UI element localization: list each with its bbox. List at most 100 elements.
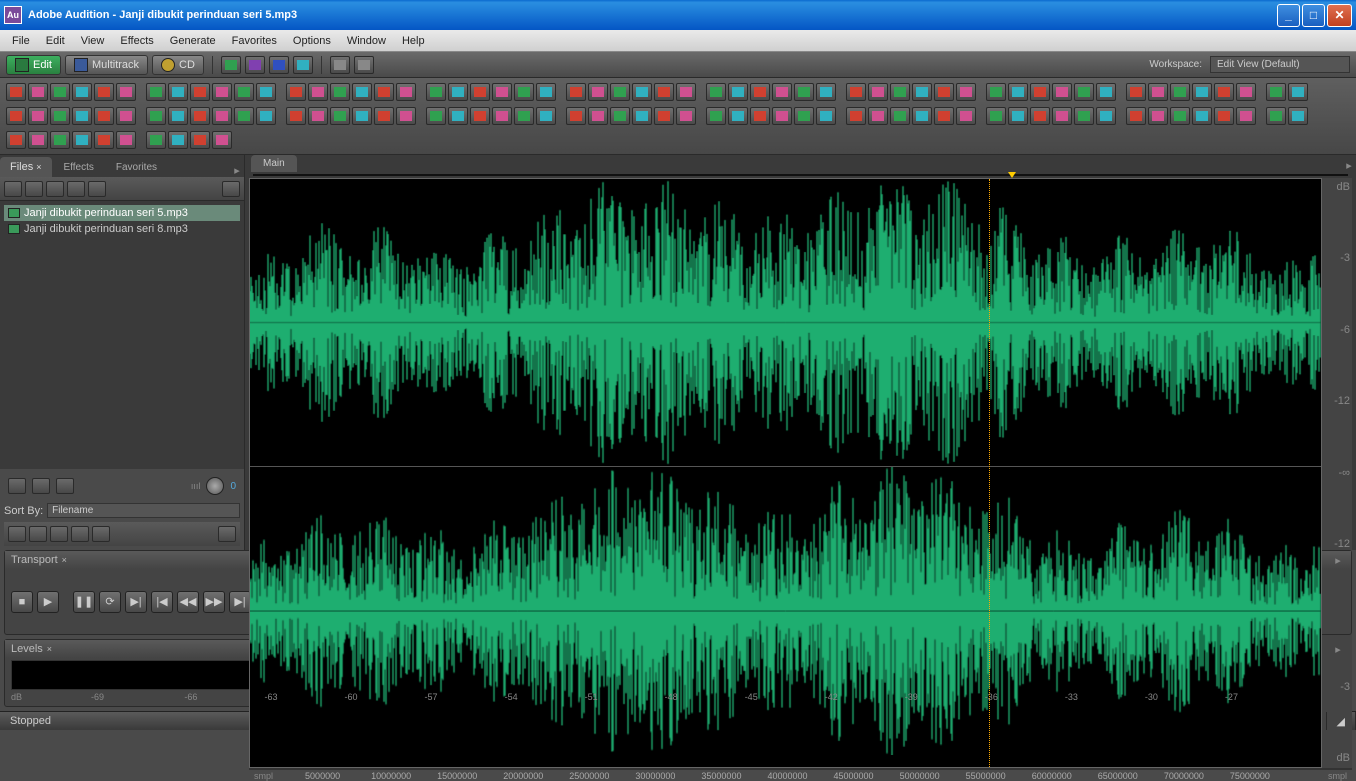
show-video-icon[interactable] [71, 526, 89, 542]
toolbar-icon[interactable] [1236, 107, 1256, 125]
tab-files[interactable]: Files× [0, 157, 52, 177]
toolbar-icon[interactable] [868, 107, 888, 125]
tool-time-select-icon[interactable] [330, 56, 350, 74]
import-file-icon[interactable] [4, 181, 22, 197]
toolbar-icon[interactable] [794, 107, 814, 125]
toolbar-icon[interactable] [1170, 107, 1190, 125]
toolbar-icon[interactable] [256, 83, 276, 101]
toolbar-icon[interactable] [772, 83, 792, 101]
toolbar-icon[interactable] [956, 107, 976, 125]
preview-volume-knob[interactable] [206, 477, 224, 495]
toolbar-icon[interactable] [470, 83, 490, 101]
menu-help[interactable]: Help [394, 32, 433, 50]
view-spectral-phase-icon[interactable] [293, 56, 313, 74]
toolbar-icon[interactable] [116, 131, 136, 149]
insert-cd-icon[interactable] [67, 181, 85, 197]
toolbar-icon[interactable] [1096, 107, 1116, 125]
toolbar-icon[interactable] [308, 83, 328, 101]
workspace-select[interactable]: Edit View (Default) [1210, 56, 1350, 73]
toolbar-icon[interactable] [1214, 107, 1234, 125]
toolbar-icon[interactable] [308, 107, 328, 125]
toolbar-icon[interactable] [492, 107, 512, 125]
toolbar-icon[interactable] [448, 83, 468, 101]
toolbar-icon[interactable] [396, 83, 416, 101]
toolbar-icon[interactable] [212, 107, 232, 125]
toolbar-icon[interactable] [1192, 83, 1212, 101]
view-spectral-freq-icon[interactable] [245, 56, 265, 74]
show-markers-icon[interactable] [29, 526, 47, 542]
toolbar-icon[interactable] [1008, 107, 1028, 125]
toolbar-icon[interactable] [728, 83, 748, 101]
toolbar-icon[interactable] [750, 83, 770, 101]
toolbar-icon[interactable] [934, 83, 954, 101]
toolbar-icon[interactable] [1192, 107, 1212, 125]
toolbar-icon[interactable] [1170, 83, 1190, 101]
toolbar-icon[interactable] [426, 107, 446, 125]
toolbar-icon[interactable] [28, 83, 48, 101]
tab-effects[interactable]: Effects [54, 158, 104, 177]
toolbar-icon[interactable] [28, 131, 48, 149]
toolbar-icon[interactable] [846, 107, 866, 125]
toolbar-icon[interactable] [706, 83, 726, 101]
toolbar-icon[interactable] [352, 83, 372, 101]
toolbar-icon[interactable] [330, 107, 350, 125]
toolbar-icon[interactable] [654, 107, 674, 125]
toolbar-icon[interactable] [610, 83, 630, 101]
toolbar-icon[interactable] [448, 107, 468, 125]
panel-menu-icon[interactable]: ▸ [230, 163, 244, 177]
toolbar-icon[interactable] [6, 107, 26, 125]
tab-favorites[interactable]: Favorites [106, 158, 167, 177]
toolbar-icon[interactable] [470, 107, 490, 125]
time-ruler[interactable]: smpl 50000001000000015000000200000002500… [249, 768, 1352, 770]
toolbar-icon[interactable] [190, 83, 210, 101]
toolbar-icon[interactable] [676, 107, 696, 125]
toolbar-icon[interactable] [1008, 83, 1028, 101]
panel-menu-icon[interactable]: ▸ [1331, 553, 1345, 567]
toolbar-icon[interactable] [396, 107, 416, 125]
toolbar-icon[interactable] [514, 107, 534, 125]
toolbar-icon[interactable] [1288, 83, 1308, 101]
menu-edit[interactable]: Edit [38, 32, 73, 50]
toolbar-icon[interactable] [256, 107, 276, 125]
toolbar-icon[interactable] [1096, 83, 1116, 101]
insert-multitrack-icon[interactable] [46, 181, 64, 197]
play-looped-button[interactable]: ⟳ [99, 591, 121, 613]
tab-main[interactable]: Main [251, 155, 297, 172]
loop-preview-icon[interactable] [32, 478, 50, 494]
show-audio-icon[interactable] [50, 526, 68, 542]
toolbar-icon[interactable] [330, 83, 350, 101]
waveform-display[interactable] [249, 178, 1322, 768]
toolbar-icon[interactable] [168, 83, 188, 101]
toolbar-icon[interactable] [846, 83, 866, 101]
toolbar-icon[interactable] [146, 107, 166, 125]
menu-generate[interactable]: Generate [162, 32, 224, 50]
toolbar-icon[interactable] [1126, 107, 1146, 125]
close-button[interactable]: ✕ [1327, 4, 1352, 27]
toolbar-icon[interactable] [632, 83, 652, 101]
toolbar-icon[interactable] [94, 131, 114, 149]
toolbar-icon[interactable] [632, 107, 652, 125]
toolbar-icon[interactable] [286, 107, 306, 125]
panel-menu-icon[interactable]: ▸ [1342, 158, 1356, 172]
autoplay-icon[interactable] [56, 478, 74, 494]
play-button[interactable]: ▶ [37, 591, 59, 613]
sort-select[interactable]: Filename [47, 503, 240, 518]
toolbar-icon[interactable] [50, 107, 70, 125]
play-preview-icon[interactable] [8, 478, 26, 494]
toolbar-icon[interactable] [234, 107, 254, 125]
toolbar-icon[interactable] [50, 83, 70, 101]
menu-favorites[interactable]: Favorites [224, 32, 285, 50]
toolbar-icon[interactable] [1266, 107, 1286, 125]
menu-window[interactable]: Window [339, 32, 394, 50]
toolbar-icon[interactable] [986, 83, 1006, 101]
toolbar-icon[interactable] [1288, 107, 1308, 125]
toolbar-icon[interactable] [146, 83, 166, 101]
toolbar-icon[interactable] [912, 107, 932, 125]
toolbar-icon[interactable] [1148, 107, 1168, 125]
toolbar-icon[interactable] [772, 107, 792, 125]
toolbar-icon[interactable] [1236, 83, 1256, 101]
play-to-end-button[interactable]: ▶| [125, 591, 147, 613]
toolbar-icon[interactable] [212, 83, 232, 101]
toolbar-icon[interactable] [1148, 83, 1168, 101]
toolbar-icon[interactable] [116, 83, 136, 101]
